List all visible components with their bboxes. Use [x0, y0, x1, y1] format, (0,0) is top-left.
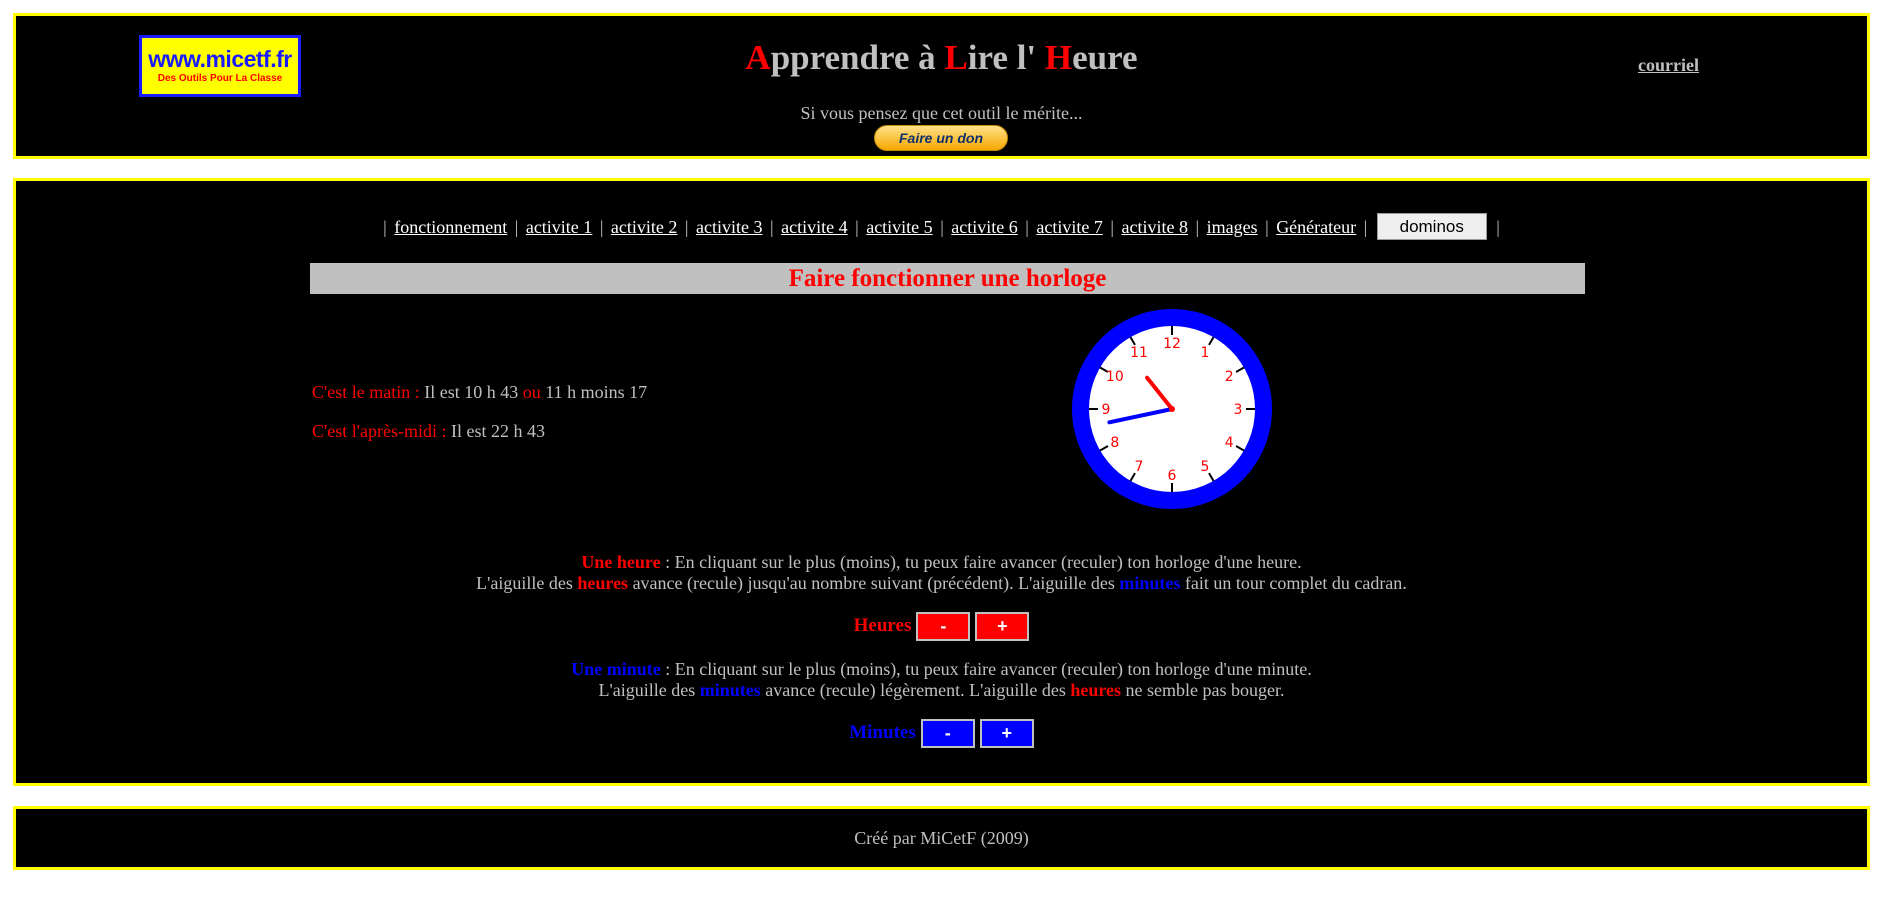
- footer-panel: Créé par MiCetF (2009): [13, 806, 1870, 870]
- hours-control-label: Heures: [853, 615, 912, 636]
- nav-separator: |: [1265, 217, 1269, 237]
- hours-plus-button[interactable]: +: [975, 611, 1030, 641]
- hours-help-line2b: avance (recule) jusqu'au nombre suivant …: [628, 573, 1120, 593]
- nav-separator: |: [383, 217, 387, 237]
- clock-number: 9: [1102, 402, 1111, 418]
- nav-link-images[interactable]: images: [1207, 217, 1258, 237]
- clock-number: 7: [1135, 459, 1144, 475]
- title-part: ire l': [967, 38, 1045, 77]
- clock-number: 8: [1110, 435, 1119, 451]
- clock-number: 12: [1163, 336, 1181, 352]
- minutes-minus-button[interactable]: -: [920, 718, 975, 748]
- clock-number: 2: [1225, 369, 1234, 385]
- nav-separator: |: [1110, 217, 1114, 237]
- hours-word: heures: [1070, 680, 1121, 700]
- clock-number: 1: [1201, 345, 1210, 361]
- clock-number: 6: [1168, 468, 1177, 484]
- nav-separator: |: [770, 217, 774, 237]
- minutes-help-line2a: L'aiguille des: [598, 680, 700, 700]
- clock-number: 5: [1201, 459, 1210, 475]
- activity-nav: | fonctionnement | activite 1 | activite…: [16, 213, 1867, 241]
- nav-separator: |: [1195, 217, 1200, 237]
- title-part: H: [1044, 38, 1073, 77]
- email-link[interactable]: courriel: [1638, 55, 1699, 76]
- nav-separator: |: [940, 217, 944, 237]
- hours-help-line2c: fait un tour complet du cadran.: [1180, 573, 1407, 593]
- clock-number: 3: [1234, 402, 1243, 418]
- afternoon-label: C'est l'après-midi :: [312, 421, 447, 441]
- minutes-keyword: Une minute: [571, 659, 661, 679]
- hours-minus-button[interactable]: -: [916, 611, 971, 641]
- nav-link-activite-8[interactable]: activite 8: [1121, 217, 1187, 237]
- nav-link-activite-1[interactable]: activite 1: [526, 217, 592, 237]
- morning-time-alt: 11 h moins 17: [545, 382, 648, 402]
- nav-separator: |: [1496, 217, 1500, 237]
- nav-link-activite-4[interactable]: activite 4: [781, 217, 847, 237]
- nav-link-activite-5[interactable]: activite 5: [866, 217, 932, 237]
- nav-separator: |: [855, 217, 859, 237]
- minutes-help-text: Une minute : En cliquant sur le plus (mo…: [16, 659, 1867, 701]
- afternoon-time: Il est 22 h 43: [450, 421, 545, 441]
- minutes-control-label: Minutes: [849, 722, 916, 743]
- nav-link-activite-6[interactable]: activite 6: [951, 217, 1017, 237]
- section-title: Faire fonctionner une horloge: [310, 263, 1585, 294]
- title-part: pprendre à: [770, 38, 945, 77]
- nav-link-activite-3[interactable]: activite 3: [696, 217, 762, 237]
- clock-center-pin: [1169, 406, 1175, 412]
- morning-time: Il est 10 h 43: [424, 382, 519, 402]
- minutes-help-line1: : En cliquant sur le plus (moins), tu pe…: [660, 659, 1312, 679]
- title-part: L: [944, 38, 968, 77]
- hours-word: heures: [577, 573, 629, 593]
- analog-clock: 12 12 3 45 6 78 9 10 11: [1072, 309, 1272, 509]
- minutes-help-line2b: avance (recule) légèrement. L'aiguille d…: [760, 680, 1071, 700]
- hours-help-line2a: L'aiguille des: [476, 573, 578, 593]
- main-panel: | fonctionnement | activite 1 | activite…: [13, 178, 1870, 786]
- clock-number: 4: [1225, 435, 1234, 451]
- hours-keyword: Une heure: [581, 552, 661, 572]
- clock-number: 10: [1106, 369, 1124, 385]
- nav-separator: |: [1363, 217, 1368, 237]
- morning-time-line: C'est le matin : Il est 10 h 43 ou 11 h …: [312, 382, 647, 403]
- minutes-help-line2c: ne semble pas bouger.: [1121, 680, 1285, 700]
- donation-prompt: Si vous pensez que cet outil le mérite..…: [800, 103, 1083, 123]
- nav-link-fonctionnement[interactable]: fonctionnement: [394, 217, 507, 237]
- footer-credit: Créé par MiCetF (2009): [854, 828, 1029, 848]
- morning-label: C'est le matin :: [312, 382, 420, 402]
- afternoon-time-line: C'est l'après-midi : Il est 22 h 43: [312, 421, 545, 442]
- nav-separator: |: [514, 217, 519, 237]
- hours-help-line1: : En cliquant sur le plus (moins), tu pe…: [660, 552, 1302, 572]
- title-part: A: [745, 38, 771, 77]
- header-panel: www.micetf.fr Des Outils Pour La Classe …: [13, 13, 1870, 159]
- or-label: ou: [522, 382, 541, 402]
- minutes-plus-button[interactable]: +: [979, 718, 1034, 748]
- nav-link-activite-7[interactable]: activite 7: [1036, 217, 1102, 237]
- title-part: eure: [1072, 38, 1138, 77]
- minutes-control: Minutes - +: [16, 718, 1867, 748]
- nav-link-generateur[interactable]: Générateur: [1276, 217, 1356, 237]
- minutes-word: minutes: [699, 680, 761, 700]
- clock-number: 11: [1130, 345, 1148, 361]
- nav-separator: |: [684, 217, 689, 237]
- nav-separator: |: [1025, 217, 1029, 237]
- donate-button[interactable]: Faire un don: [874, 125, 1008, 151]
- nav-link-activite-2[interactable]: activite 2: [611, 217, 677, 237]
- hours-control: Heures - +: [16, 611, 1867, 641]
- nav-separator: |: [599, 217, 604, 237]
- dominos-button[interactable]: dominos: [1376, 213, 1487, 241]
- page-title: Apprendre à Lire l' Heure: [16, 38, 1867, 78]
- hours-help-text: Une heure : En cliquant sur le plus (moi…: [16, 552, 1867, 594]
- minutes-word: minutes: [1119, 573, 1181, 593]
